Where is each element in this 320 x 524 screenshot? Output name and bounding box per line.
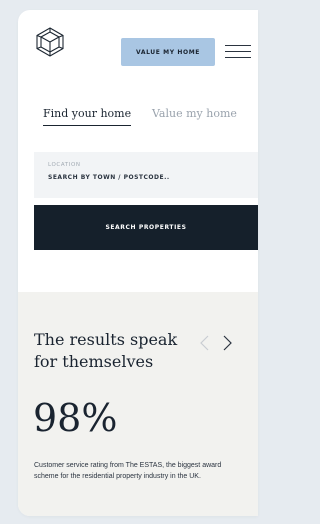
- logo-icon[interactable]: [34, 26, 66, 58]
- search-properties-button[interactable]: SEARCH PROPERTIES: [34, 205, 258, 250]
- menu-line: [225, 51, 251, 52]
- header: VALUE MY HOME: [18, 10, 258, 76]
- rating-stat: 98%: [33, 396, 118, 440]
- chevron-right-icon[interactable]: [220, 334, 234, 352]
- hamburger-menu-icon[interactable]: [225, 43, 251, 61]
- tab-value-my-home[interactable]: Value my home: [152, 105, 237, 123]
- results-section: The results speak for themselves 98% Cus…: [18, 292, 258, 516]
- location-label: LOCATION: [48, 162, 81, 168]
- page-panel: VALUE MY HOME Find your home Value my ho…: [18, 10, 258, 516]
- results-heading: The results speak for themselves: [34, 330, 178, 371]
- rating-description: Customer service rating from The ESTAS, …: [34, 462, 222, 480]
- location-input[interactable]: LOCATION SEARCH BY TOWN / POSTCODE..: [34, 152, 258, 198]
- menu-line: [225, 57, 251, 58]
- location-placeholder: SEARCH BY TOWN / POSTCODE..: [48, 174, 170, 181]
- value-my-home-button[interactable]: VALUE MY HOME: [121, 38, 215, 66]
- menu-line: [225, 45, 251, 46]
- chevron-left-icon[interactable]: [198, 334, 212, 352]
- tab-find-your-home[interactable]: Find your home: [43, 105, 132, 126]
- search-tabs: Find your home Value my home: [18, 105, 258, 135]
